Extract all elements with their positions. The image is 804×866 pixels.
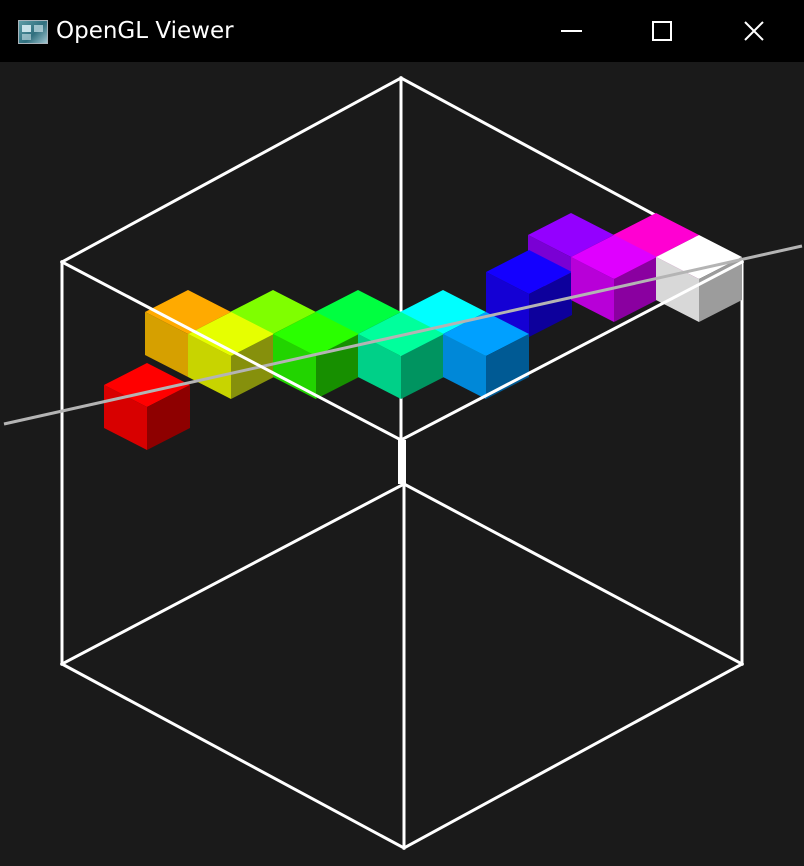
minimize-button[interactable] <box>526 0 618 62</box>
box-edge <box>59 481 407 667</box>
opengl-viewer-window: OpenGL Viewer <box>0 0 804 866</box>
box-edge <box>401 481 745 667</box>
gl-viewport[interactable] <box>0 62 804 866</box>
box-edge <box>59 75 404 265</box>
cube-red <box>104 363 190 450</box>
maximize-button[interactable] <box>616 0 708 62</box>
opengl-app-icon <box>18 20 48 44</box>
close-button[interactable] <box>708 0 800 62</box>
title-bar[interactable]: OpenGL Viewer <box>0 0 804 62</box>
box-edge <box>401 661 745 851</box>
box-vertex-marker <box>398 440 406 484</box>
box-edge <box>59 661 407 851</box>
window-title: OpenGL Viewer <box>56 18 234 44</box>
minimize-icon <box>561 30 582 32</box>
close-icon <box>744 21 764 41</box>
maximize-icon <box>652 21 672 41</box>
scene-canvas[interactable] <box>0 62 804 866</box>
